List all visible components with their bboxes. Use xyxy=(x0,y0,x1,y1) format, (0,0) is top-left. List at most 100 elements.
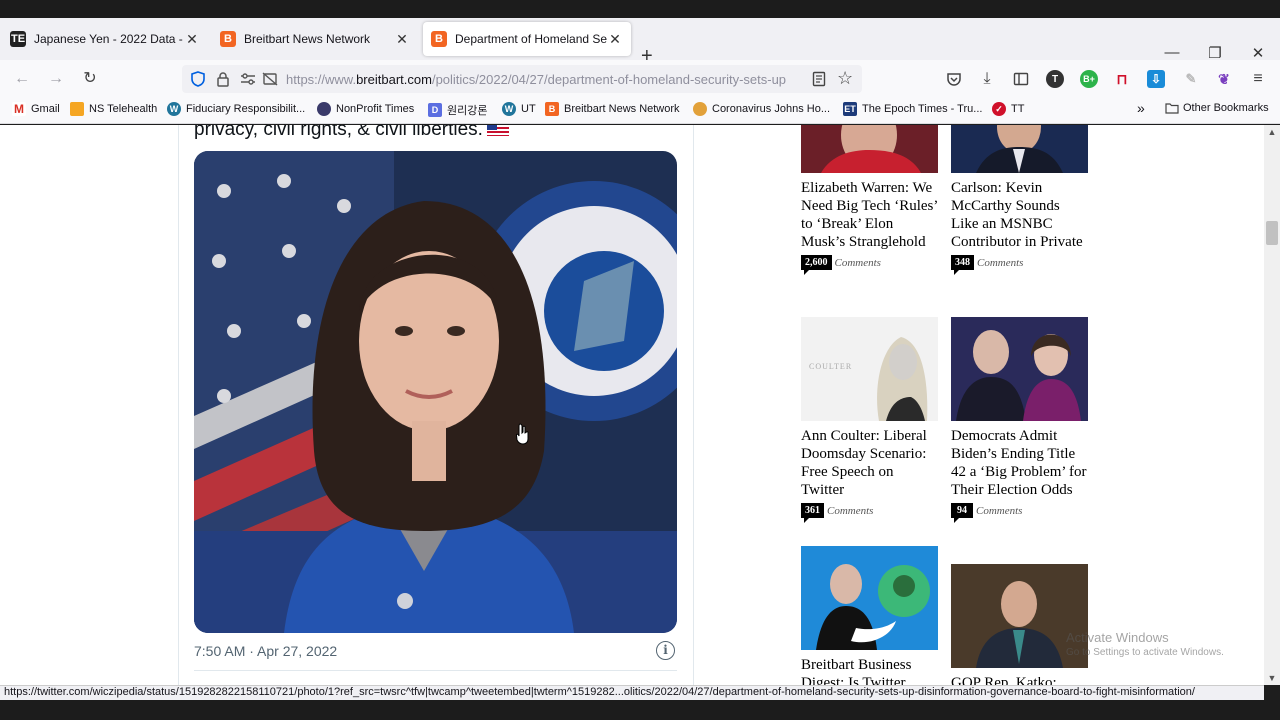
comment-count[interactable]: 361 Comments xyxy=(801,503,938,523)
b-plus-extension-icon[interactable]: B+ xyxy=(1080,70,1098,88)
bookmarks-toolbar: M Gmail NS Telehealth W Fiduciary Responsi… xyxy=(0,98,1280,124)
shield-icon[interactable] xyxy=(190,71,206,87)
info-icon[interactable]: i xyxy=(656,641,675,660)
account-avatar-icon[interactable]: T xyxy=(1046,70,1064,88)
article-card[interactable]: Elizabeth Warren: We Need Big Tech ‘Rule… xyxy=(801,125,938,275)
close-tab-icon[interactable]: ✕ xyxy=(184,31,200,48)
article-thumbnail[interactable] xyxy=(801,125,938,173)
bookmark-star-icon[interactable]: ☆ xyxy=(837,68,853,89)
close-tab-icon[interactable]: ✕ xyxy=(607,31,623,48)
tab-title: Department of Homeland Secu xyxy=(455,32,607,46)
bookmark-ns-telehealth[interactable]: NS Telehealth xyxy=(70,102,157,116)
pocket-icon[interactable] xyxy=(946,71,962,87)
carlson-thumbnail-image xyxy=(951,125,1088,173)
scroll-up-icon[interactable]: ▲ xyxy=(1264,127,1280,137)
page-content: privacy, civil rights, & civil liberties… xyxy=(0,125,1264,685)
bookmark-breitbart[interactable]: B Breitbart News Network xyxy=(545,102,680,116)
bookmark-nonprofit-times[interactable]: NonProfit Times xyxy=(317,102,414,116)
article-headline[interactable]: Elizabeth Warren: We Need Big Tech ‘Rule… xyxy=(801,179,938,251)
lock-icon[interactable] xyxy=(216,71,230,87)
tweet-timestamp[interactable]: 7:50 AM · Apr 27, 2022 xyxy=(194,643,337,659)
wordpress-icon: W xyxy=(167,102,181,116)
reader-view-icon[interactable] xyxy=(812,71,826,87)
hand-cursor-icon xyxy=(516,423,529,445)
article-headline[interactable]: Breitbart Business Digest: Is Twitter xyxy=(801,656,938,685)
article-card[interactable]: COULTER Ann Coulter: Liberal Doomsday Sc… xyxy=(801,317,938,523)
magnet-extension-icon[interactable]: ⊓ xyxy=(1113,70,1131,88)
download-icon[interactable]: ⤓ xyxy=(977,70,997,88)
breitbart-icon: B xyxy=(545,102,559,116)
download-manager-icon[interactable]: ⇩ xyxy=(1147,70,1165,88)
bookmark-tt[interactable]: ✓ TT xyxy=(992,102,1024,116)
watermark-subtitle: Go to Settings to activate Windows. xyxy=(1066,647,1224,658)
biden-pelosi-thumbnail-image xyxy=(951,317,1088,421)
gmail-icon: M xyxy=(12,102,26,116)
url-domain: breitbart.com xyxy=(356,72,432,87)
page-scrollbar[interactable]: ▲ ▼ xyxy=(1264,125,1280,685)
comment-count[interactable]: 2,600 Comments xyxy=(801,255,938,275)
breitbart-icon: B xyxy=(220,31,236,47)
article-card[interactable]: Democrats Admit Biden’s Ending Title 42 … xyxy=(951,317,1088,523)
article-card[interactable]: GOP Rep. Katko: xyxy=(951,564,1088,685)
article-card[interactable]: Carlson: Kevin McCarthy Sounds Like an M… xyxy=(951,125,1088,275)
bookmark-ut[interactable]: W UT xyxy=(502,102,536,116)
article-thumbnail[interactable] xyxy=(951,317,1088,421)
breitbart-icon: B xyxy=(431,31,447,47)
bookmarks-overflow-icon[interactable]: » xyxy=(1137,100,1145,116)
comment-label: Comments xyxy=(977,256,1024,269)
bookmark-fiduciary[interactable]: W Fiduciary Responsibilit... xyxy=(167,102,305,116)
tab-breitbart[interactable]: B Breitbart News Network ✕ xyxy=(212,22,418,56)
tweet-photo[interactable] xyxy=(194,151,677,633)
url-text[interactable]: https://www.breitbart.com/politics/2022/… xyxy=(286,72,806,87)
comment-count[interactable]: 94 Comments xyxy=(951,503,1088,523)
comment-label: Comments xyxy=(834,256,881,269)
scroll-down-icon[interactable]: ▼ xyxy=(1264,673,1280,683)
title-bar xyxy=(0,0,1280,18)
other-bookmarks[interactable]: Other Bookmarks xyxy=(1165,102,1269,114)
close-tab-icon[interactable]: ✕ xyxy=(394,31,410,48)
scrollbar-thumb[interactable] xyxy=(1266,221,1278,245)
article-thumbnail[interactable] xyxy=(951,125,1088,173)
article-headline[interactable]: Carlson: Kevin McCarthy Sounds Like an M… xyxy=(951,179,1088,251)
bookmark-coronavirus-jhu[interactable]: Coronavirus Johns Ho... xyxy=(693,102,830,116)
check-icon: ✓ xyxy=(992,102,1006,116)
leaf-extension-icon[interactable]: ❦ xyxy=(1215,70,1233,88)
article-thumbnail[interactable] xyxy=(801,546,938,650)
article-headline[interactable]: Ann Coulter: Liberal Doomsday Scenario: … xyxy=(801,427,938,499)
tab-japanese-yen[interactable]: TE Japanese Yen - 2022 Data - 1971 ✕ xyxy=(2,22,208,56)
forward-icon[interactable]: → xyxy=(46,70,66,88)
back-icon[interactable]: ← xyxy=(12,70,32,88)
article-card[interactable]: Breitbart Business Digest: Is Twitter xyxy=(801,546,938,685)
jhu-icon xyxy=(693,102,707,116)
permissions-icon[interactable] xyxy=(240,72,256,86)
bookmark-wonli[interactable]: D 원리강론 xyxy=(428,102,487,118)
reload-icon[interactable]: ↻ xyxy=(80,70,100,88)
comment-badge: 94 xyxy=(951,503,973,523)
tab-title: Japanese Yen - 2022 Data - 1971 xyxy=(34,32,184,46)
minimize-icon[interactable]: — xyxy=(1162,44,1182,61)
puzzle-extension-icon[interactable]: ✎ xyxy=(1182,70,1200,88)
tracking-blocked-icon[interactable] xyxy=(262,72,278,86)
portrait-image xyxy=(194,151,677,633)
globe-icon xyxy=(317,102,331,116)
comment-count[interactable]: 348 Comments xyxy=(951,255,1088,275)
bookmark-gmail[interactable]: M Gmail xyxy=(12,102,60,116)
article-headline[interactable]: GOP Rep. Katko: xyxy=(951,674,1088,685)
comment-label: Comments xyxy=(827,504,874,517)
url-path: /politics/2022/04/27/department-of-homel… xyxy=(431,72,787,87)
tweet-text: privacy, civil rights, & civil liberties… xyxy=(194,125,509,141)
sidebar-icon[interactable] xyxy=(1013,71,1029,87)
bookmark-icon xyxy=(70,102,84,116)
menu-icon[interactable]: ≡ xyxy=(1248,70,1268,88)
url-bar[interactable]: https://www.breitbart.com/politics/2022/… xyxy=(182,65,862,93)
article-thumbnail[interactable]: COULTER xyxy=(801,317,938,421)
us-flag-emoji-icon xyxy=(486,125,509,137)
warren-thumbnail-image xyxy=(801,125,938,173)
navigation-bar: ← → ↻ https://www.breitbart.com/politics… xyxy=(0,60,1280,98)
tab-dhs-article[interactable]: B Department of Homeland Secu ✕ xyxy=(423,22,631,56)
tradingeconomics-icon: TE xyxy=(10,31,26,47)
article-headline[interactable]: Democrats Admit Biden’s Ending Title 42 … xyxy=(951,427,1088,499)
link-status-bar: https://twitter.com/wiczipedia/status/15… xyxy=(0,685,1264,700)
bookmark-epoch-times[interactable]: ET The Epoch Times - Tru... xyxy=(843,102,982,116)
musk-twitter-thumbnail-image xyxy=(801,546,938,650)
